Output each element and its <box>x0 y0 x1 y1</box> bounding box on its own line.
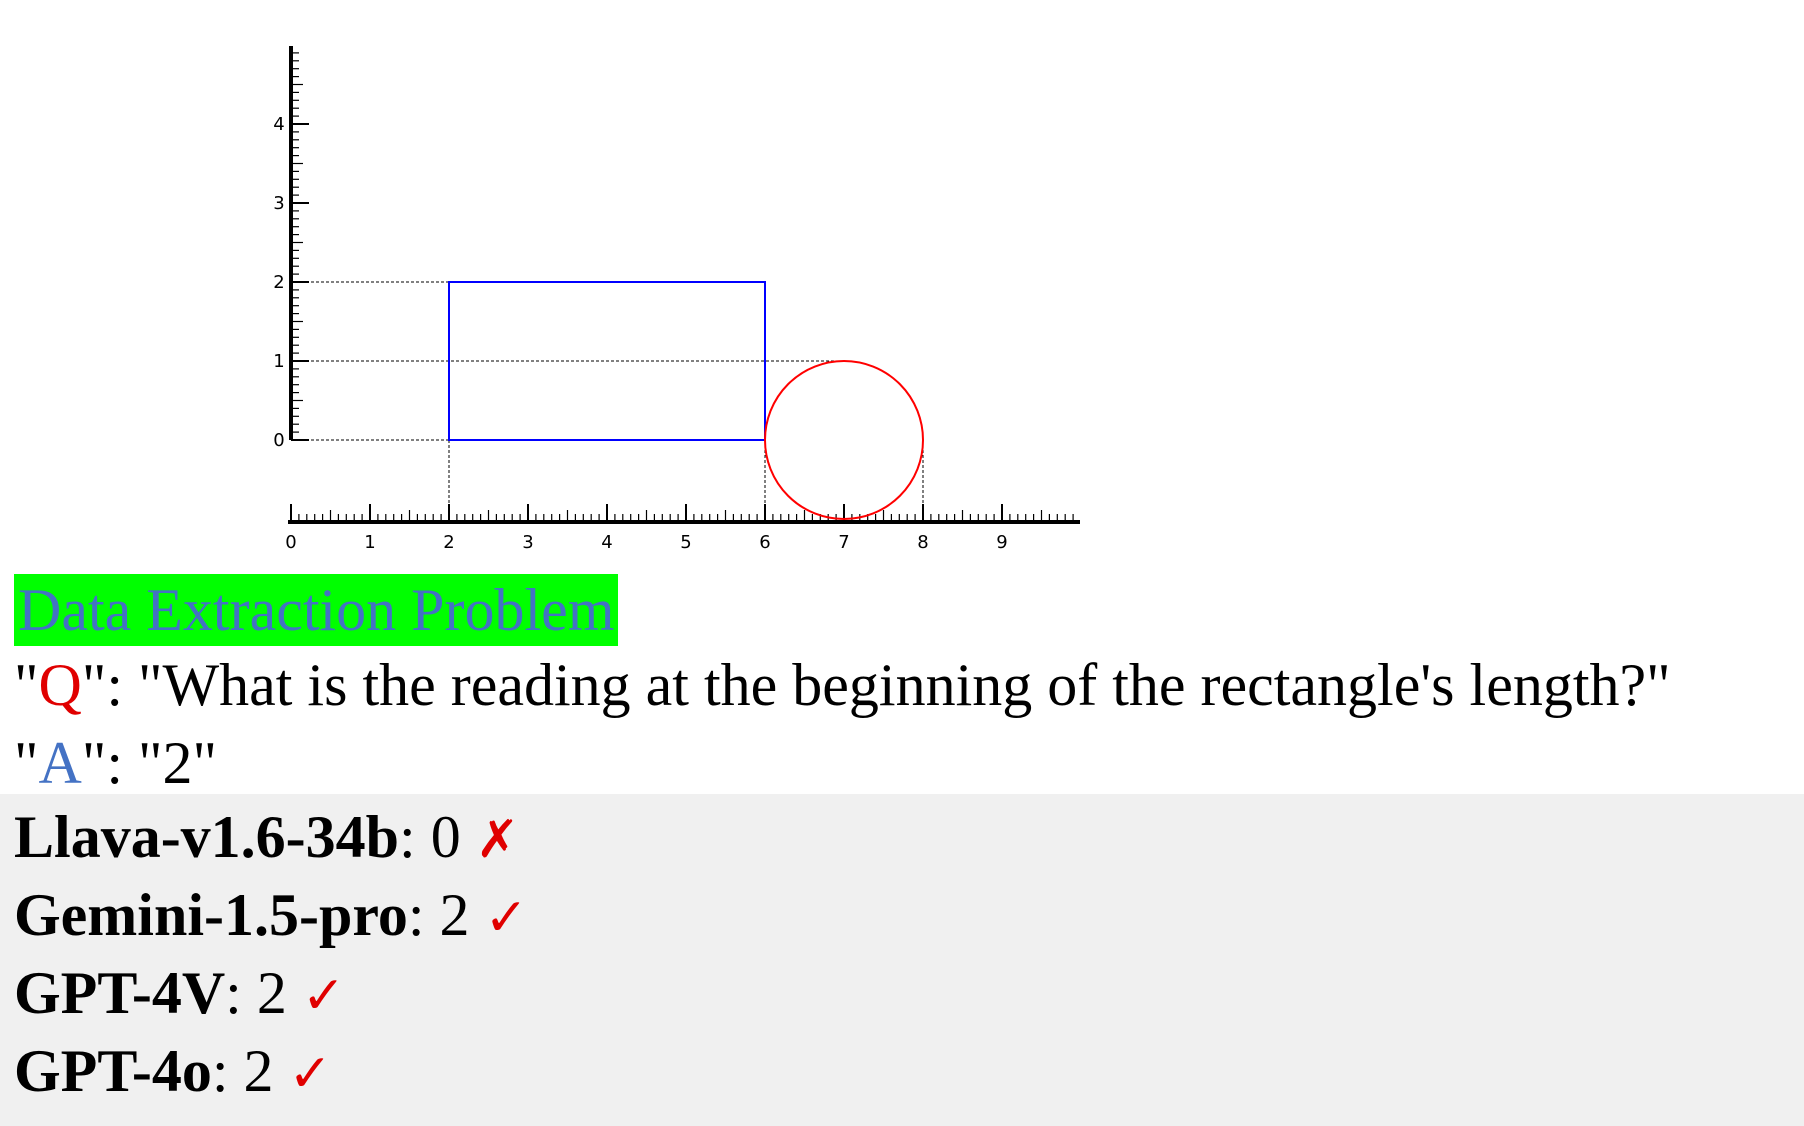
shapes <box>448 281 924 520</box>
result-row-gemini: Gemini-1.5-pro: 2 ✓ <box>14 880 528 953</box>
check-mark-icon: ✓ <box>484 888 529 948</box>
answer-text: ": "2" <box>81 730 217 796</box>
result-row-gpt4o: GPT-4o: 2 ✓ <box>14 1036 332 1109</box>
answer-key: A <box>38 730 82 796</box>
check-mark-icon: ✓ <box>301 966 346 1026</box>
question-open-quote: " <box>14 652 39 718</box>
x-axis-ruler: 0 1 2 3 4 5 6 7 8 9 <box>285 504 1080 553</box>
red-circle <box>764 360 924 520</box>
x-tick-label: 2 <box>443 532 454 553</box>
section-heading: Data Extraction Problem <box>14 574 619 646</box>
x-tick-label: 8 <box>917 532 928 553</box>
x-tick-label: 5 <box>680 532 691 553</box>
model-answer: : 2 <box>225 960 302 1026</box>
dashed-guide-lines <box>291 281 924 522</box>
x-tick-label: 9 <box>996 532 1007 553</box>
question-line: "Q": "What is the reading at the beginni… <box>14 650 1671 720</box>
x-tick-label: 3 <box>522 532 533 553</box>
answer-open-quote: " <box>14 730 39 796</box>
cross-mark-icon: ✗ <box>475 810 520 870</box>
check-mark-icon: ✓ <box>288 1044 333 1104</box>
model-answer: : 0 <box>399 804 476 870</box>
model-results-panel: Llava-v1.6-34b: 0 ✗ Gemini-1.5-pro: 2 ✓ … <box>0 794 1804 1126</box>
y-tick-label: 4 <box>273 114 284 135</box>
x-tick-label: 7 <box>838 532 849 553</box>
answer-line: "A": "2" <box>14 728 217 798</box>
result-row-llava: Llava-v1.6-34b: 0 ✗ <box>14 802 519 875</box>
y-tick-label: 0 <box>273 430 284 451</box>
result-row-gpt4v: GPT-4V: 2 ✓ <box>14 958 345 1031</box>
y-axis-ruler: 0 1 2 3 4 <box>273 46 309 451</box>
ruler-diagram: 0 1 2 3 4 0 1 2 3 4 5 6 7 8 9 <box>273 46 1080 553</box>
model-name: GPT-4V <box>14 960 226 1026</box>
x-tick-label: 0 <box>285 532 296 553</box>
y-tick-label: 3 <box>273 193 284 214</box>
model-name: Gemini-1.5-pro <box>14 882 408 948</box>
model-answer: : 2 <box>407 882 485 948</box>
y-tick-label: 2 <box>273 272 284 293</box>
x-tick-label: 6 <box>759 532 770 553</box>
x-tick-label: 1 <box>364 532 375 553</box>
model-name: Llava-v1.6-34b <box>14 804 400 870</box>
model-name: GPT-4o <box>14 1038 212 1104</box>
question-text: ": "What is the reading at the beginning… <box>81 652 1671 718</box>
y-tick-label: 1 <box>273 351 284 372</box>
x-tick-label: 4 <box>601 532 612 553</box>
question-key: Q <box>38 652 82 718</box>
model-answer: : 2 <box>211 1038 289 1104</box>
